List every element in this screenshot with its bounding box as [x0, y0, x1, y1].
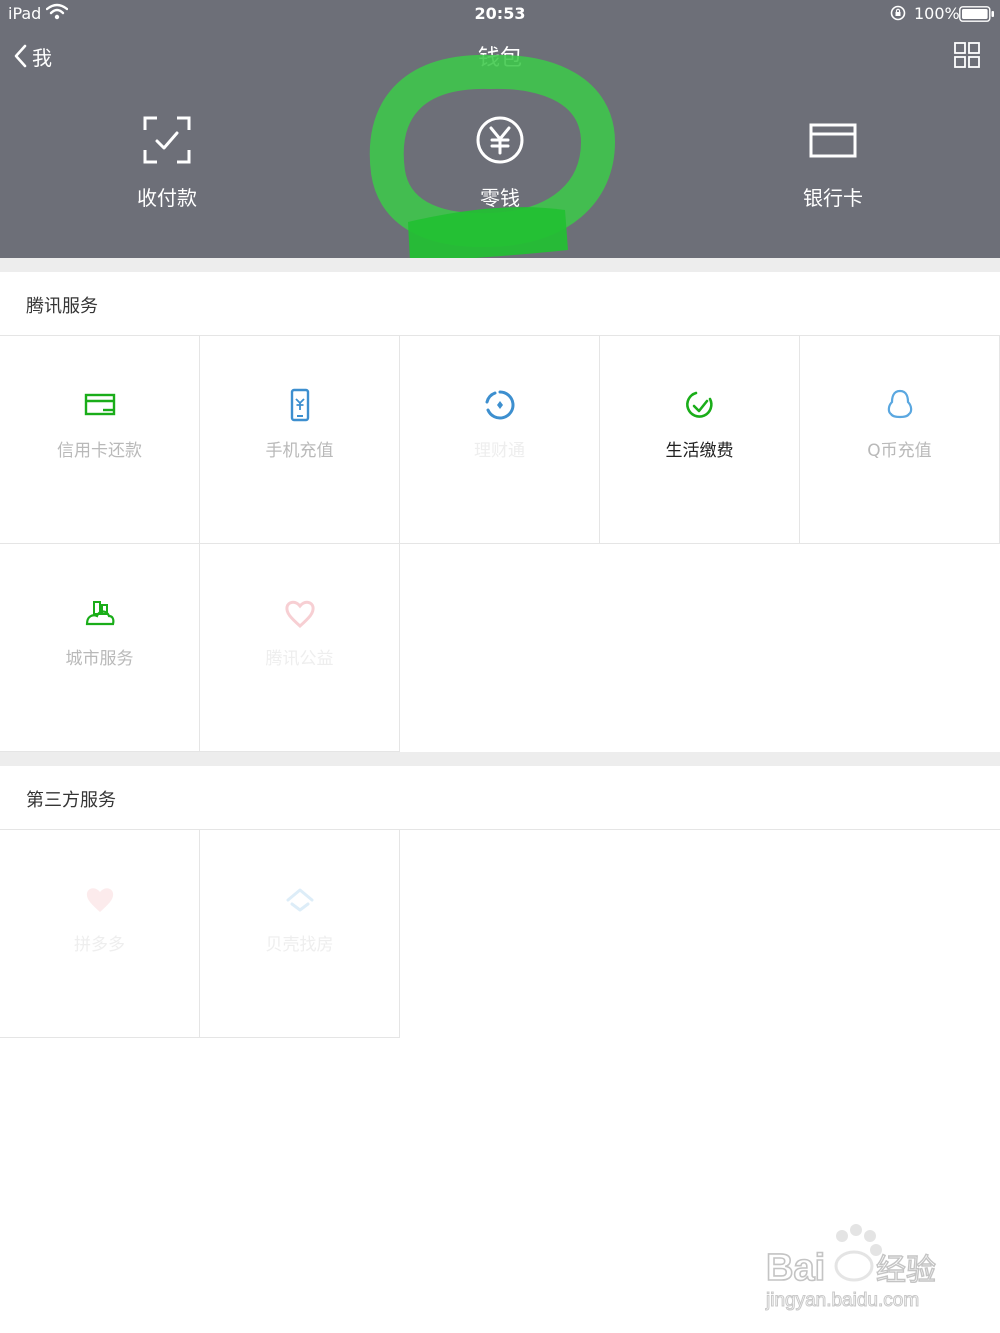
- tencent-services-header: 腾讯服务: [0, 272, 1000, 336]
- beike-icon: [286, 888, 313, 912]
- section-title: 腾讯服务: [26, 296, 98, 317]
- battery-percent: 100%: [914, 4, 960, 23]
- life-payment-button[interactable]: 生活缴费: [600, 336, 800, 544]
- bank-card-icon: [809, 123, 857, 158]
- licaitong-label: 理财通: [474, 441, 525, 461]
- watermark-brand: Bai: [766, 1247, 825, 1289]
- tencent-charity-label: 腾讯公益: [265, 649, 334, 669]
- pinduoduo-icon: [86, 888, 113, 912]
- tencent-charity-button[interactable]: 腾讯公益: [200, 544, 400, 752]
- life-payment-label: 生活缴费: [665, 441, 734, 461]
- change-balance-button[interactable]: 零钱: [400, 112, 600, 211]
- licaitong-icon: [485, 390, 514, 420]
- section-title: 第三方服务: [26, 790, 116, 811]
- watermark-url: jingyan.baidu.com: [765, 1290, 919, 1311]
- licaitong-button[interactable]: 理财通: [400, 336, 600, 544]
- third-party-services-header: 第三方服务: [0, 766, 1000, 830]
- status-bar: iPad 20:53 100%: [0, 0, 1000, 28]
- city-service-button[interactable]: 城市服务: [0, 544, 200, 752]
- section-divider: [0, 258, 1000, 272]
- qcoin-recharge-button[interactable]: Q币充值: [800, 336, 1000, 544]
- watermark-brand-cn: 经验: [876, 1253, 936, 1288]
- pinduoduo-button[interactable]: 拼多多: [0, 830, 200, 1038]
- status-time: 20:53: [474, 4, 526, 23]
- mobile-recharge-icon: [290, 388, 309, 422]
- grid-menu-icon[interactable]: [954, 42, 980, 68]
- page-title: 钱包: [477, 46, 522, 71]
- beike-button[interactable]: 贝壳找房: [200, 830, 400, 1038]
- wallet-header: iPad 20:53 100% 我 钱包 收付款 零钱 银行卡: [0, 0, 1000, 258]
- change-balance-label: 零钱: [480, 186, 520, 210]
- mobile-recharge-button[interactable]: 手机充值: [200, 336, 400, 544]
- pinduoduo-label: 拼多多: [74, 935, 125, 955]
- beike-label: 贝壳找房: [265, 935, 334, 955]
- bank-card-button[interactable]: 银行卡: [733, 112, 933, 211]
- yuan-circle-icon: [476, 116, 524, 164]
- city-service-icon: [85, 601, 114, 626]
- mobile-recharge-label: 手机充值: [265, 441, 334, 461]
- receive-pay-label: 收付款: [137, 186, 197, 210]
- city-service-label: 城市服务: [65, 649, 134, 669]
- scan-pay-icon: [143, 116, 191, 164]
- credit-card-repay-button[interactable]: 信用卡还款: [0, 336, 200, 544]
- qcoin-recharge-label: Q币充值: [867, 441, 932, 461]
- penguin-icon: [887, 389, 912, 419]
- credit-card-repay-label: 信用卡还款: [57, 441, 142, 461]
- life-payment-icon: [685, 391, 713, 418]
- section-divider: [0, 752, 1000, 766]
- battery-icon: [959, 6, 994, 22]
- baidu-jingyan-watermark: Bai 经验 jingyan.baidu.com: [765, 1224, 937, 1312]
- third-party-services-grid: 拼多多 贝壳找房: [0, 830, 1000, 1038]
- bank-card-label: 银行卡: [803, 186, 863, 210]
- receive-pay-button[interactable]: 收付款: [67, 112, 267, 211]
- credit-card-icon: [84, 393, 115, 416]
- tencent-services-grid: 信用卡还款 手机充值 理财通 生活缴费 Q币充值 城市服务 腾讯公益: [0, 336, 1000, 752]
- rotation-lock-icon: [890, 5, 906, 21]
- charity-heart-icon: [284, 600, 315, 629]
